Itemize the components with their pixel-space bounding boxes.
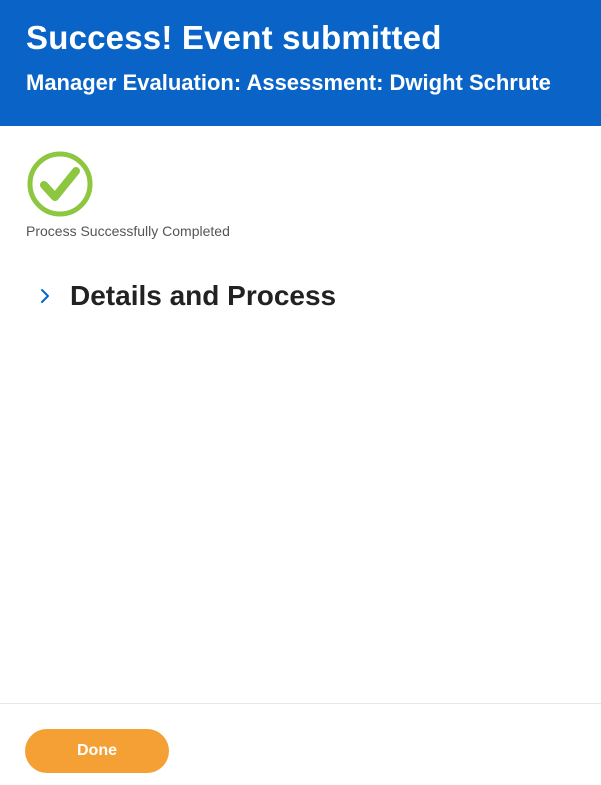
done-button[interactable]: Done — [25, 729, 169, 773]
status-section: Process Successfully Completed — [26, 150, 286, 239]
status-label: Process Successfully Completed — [26, 223, 230, 239]
details-and-process-title: Details and Process — [70, 280, 337, 311]
page: Success! Event submitted Manager Evaluat… — [0, 0, 601, 785]
check-circle-icon — [27, 151, 93, 217]
page-subtitle: Manager Evaluation: Assessment: Dwight S… — [26, 70, 551, 95]
chevron-right-icon — [41, 289, 49, 303]
details-and-process-toggle[interactable]: Details and Process — [38, 280, 336, 312]
page-title: Success! Event submitted — [26, 19, 442, 56]
footer-divider — [0, 703, 601, 704]
header-banner: Success! Event submitted Manager Evaluat… — [0, 0, 601, 126]
